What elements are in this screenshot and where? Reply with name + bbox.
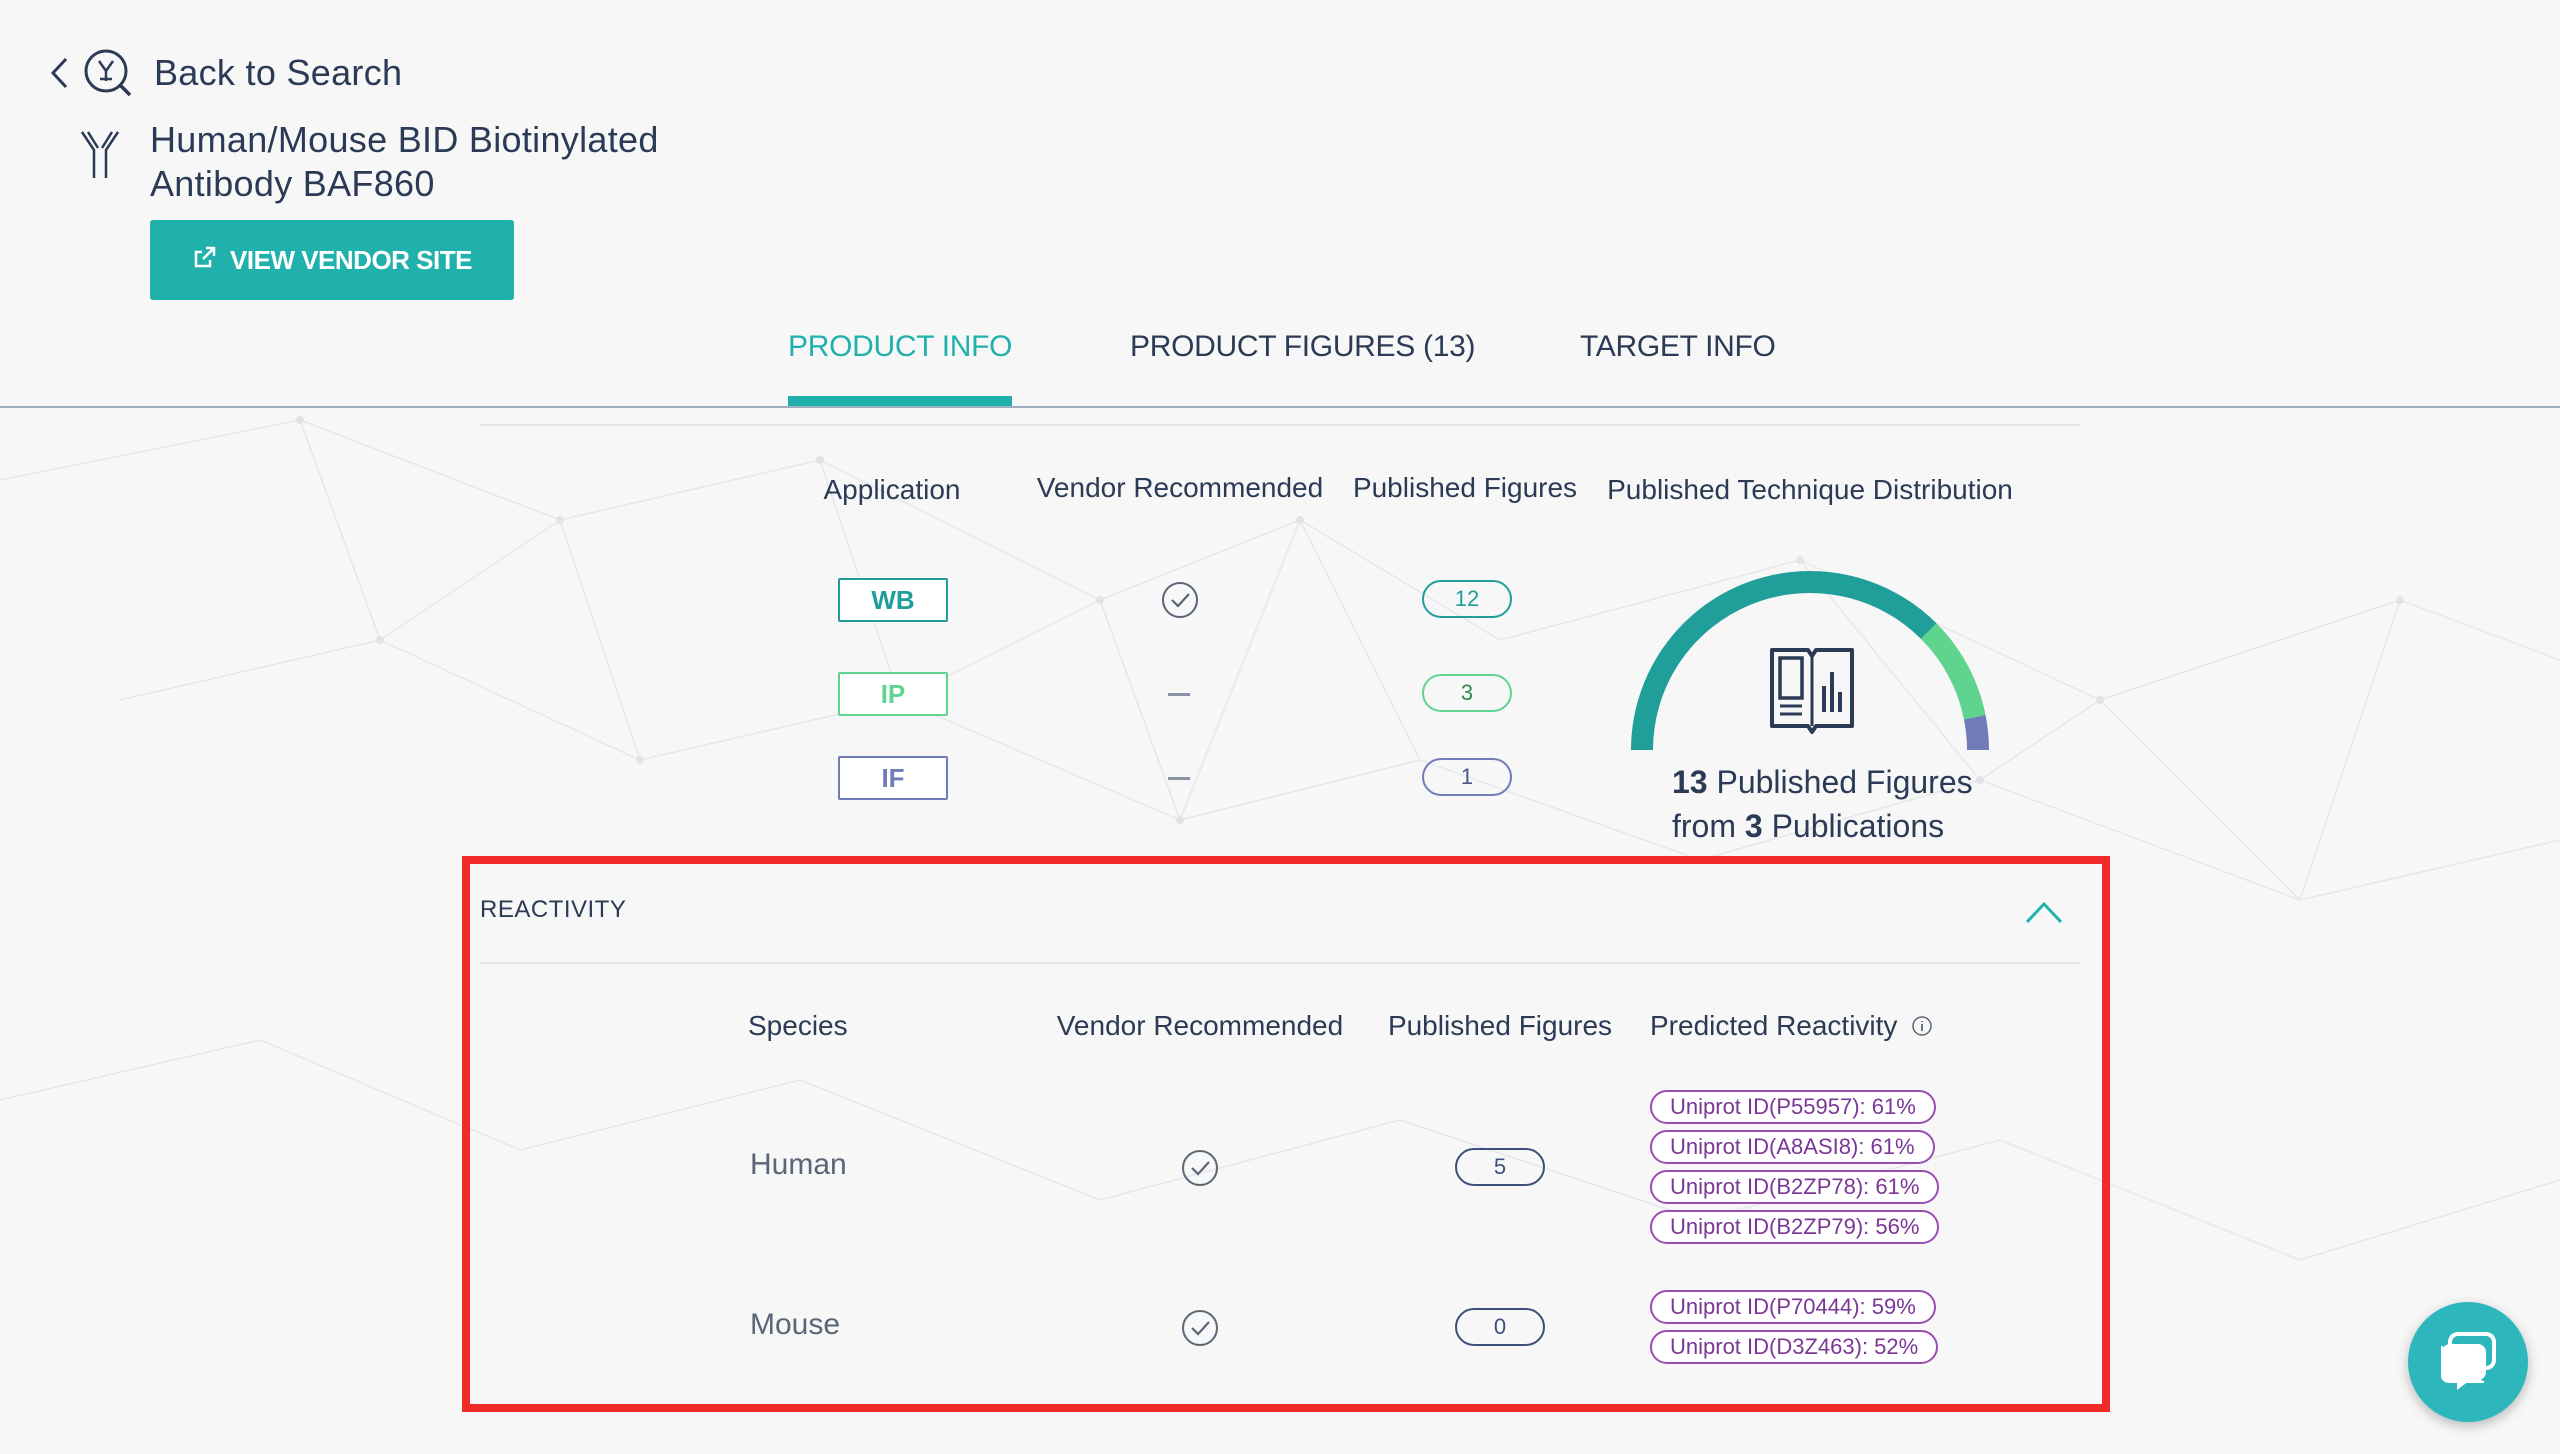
section-divider xyxy=(480,424,2080,426)
product-title-line1: Human/Mouse BID Biotinylated xyxy=(150,119,659,160)
reactivity-published-figures-header: Published Figures xyxy=(1387,1010,1613,1041)
reactivity-divider xyxy=(480,962,2080,964)
tab-product-figures[interactable]: PRODUCT FIGURES (13) xyxy=(1130,330,1475,406)
predicted-reactivity-header: Predicted Reactivity xyxy=(1650,1010,1933,1042)
human-published-figures-pill[interactable]: 5 xyxy=(1455,1148,1545,1186)
uniprot-pill[interactable]: Uniprot ID(B2ZP79): 56% xyxy=(1650,1210,1940,1244)
publications-count: 3 xyxy=(1744,808,1763,844)
published-figures-pill-ip[interactable]: 3 xyxy=(1422,674,1512,712)
check-circle-icon xyxy=(1160,580,1200,620)
from-label: from xyxy=(1672,808,1736,844)
check-circle-icon xyxy=(1180,1308,1220,1348)
product-title: Human/Mouse BID Biotinylated Antibody BA… xyxy=(150,118,750,206)
back-to-search-link[interactable]: Back to Search xyxy=(48,44,402,102)
not-recommended-dash xyxy=(1168,777,1190,780)
book-chart-icon xyxy=(1770,648,1854,734)
application-badge-ip[interactable]: IP xyxy=(838,672,948,716)
not-recommended-dash xyxy=(1168,693,1190,696)
external-link-icon xyxy=(192,244,218,277)
published-figures-pill-wb[interactable]: 12 xyxy=(1422,580,1512,618)
application-header: Application xyxy=(823,474,961,505)
figures-label: Published Figures xyxy=(1716,764,1973,800)
uniprot-pill[interactable]: Uniprot ID(P70444): 59% xyxy=(1650,1290,1936,1324)
tab-target-info[interactable]: TARGET INFO xyxy=(1580,330,1776,406)
mouse-published-figures-pill[interactable]: 0 xyxy=(1455,1308,1545,1346)
reactivity-title: REACTIVITY xyxy=(480,896,627,923)
tab-divider xyxy=(0,406,2560,408)
species-human: Human xyxy=(750,1148,847,1181)
search-antibody-icon xyxy=(82,47,134,99)
reactivity-vendor-recommended-header: Vendor Recommended xyxy=(1056,1010,1344,1041)
publications-label: Publications xyxy=(1771,808,1945,844)
chevron-left-icon xyxy=(48,53,78,93)
gauge-segment-if xyxy=(1963,715,1989,751)
uniprot-pill[interactable]: Uniprot ID(B2ZP78): 61% xyxy=(1650,1170,1940,1204)
uniprot-pill[interactable]: Uniprot ID(A8ASI8): 61% xyxy=(1650,1130,1935,1164)
predicted-reactivity-label: Predicted Reactivity xyxy=(1650,1010,1898,1041)
application-badge-if[interactable]: IF xyxy=(838,756,948,800)
view-vendor-site-button[interactable]: VIEW VENDOR SITE xyxy=(150,220,514,300)
chat-icon xyxy=(2436,1330,2500,1395)
antibody-icon xyxy=(78,128,122,180)
application-badge-wb[interactable]: WB xyxy=(838,578,948,622)
back-to-search-label: Back to Search xyxy=(154,52,403,93)
species-header: Species xyxy=(748,1010,848,1041)
uniprot-pill[interactable]: Uniprot ID(D3Z463): 52% xyxy=(1650,1330,1939,1364)
info-icon[interactable] xyxy=(1911,1015,1933,1037)
chat-button[interactable] xyxy=(2408,1302,2528,1422)
species-mouse: Mouse xyxy=(750,1308,841,1341)
technique-distribution-gauge xyxy=(1631,571,1989,751)
vendor-recommended-header: Vendor Recommended xyxy=(1036,472,1324,503)
uniprot-pill[interactable]: Uniprot ID(P55957): 61% xyxy=(1650,1090,1936,1124)
figures-count: 13 xyxy=(1672,764,1708,800)
gauge-segment-ip xyxy=(1920,623,1986,720)
published-figures-header: Published Figures xyxy=(1352,472,1578,503)
technique-distribution-header: Published Technique Distribution xyxy=(1607,474,2013,505)
published-summary: 13 Published Figures from 3 Publications xyxy=(1620,760,2020,848)
collapse-chevron-up-icon[interactable] xyxy=(2024,898,2064,926)
tab-product-info[interactable]: PRODUCT INFO xyxy=(788,330,1012,406)
product-title-line2: Antibody BAF860 xyxy=(150,163,435,204)
view-vendor-site-label: VIEW VENDOR SITE xyxy=(230,244,472,275)
check-circle-icon xyxy=(1180,1148,1220,1188)
published-figures-pill-if[interactable]: 1 xyxy=(1422,758,1512,796)
